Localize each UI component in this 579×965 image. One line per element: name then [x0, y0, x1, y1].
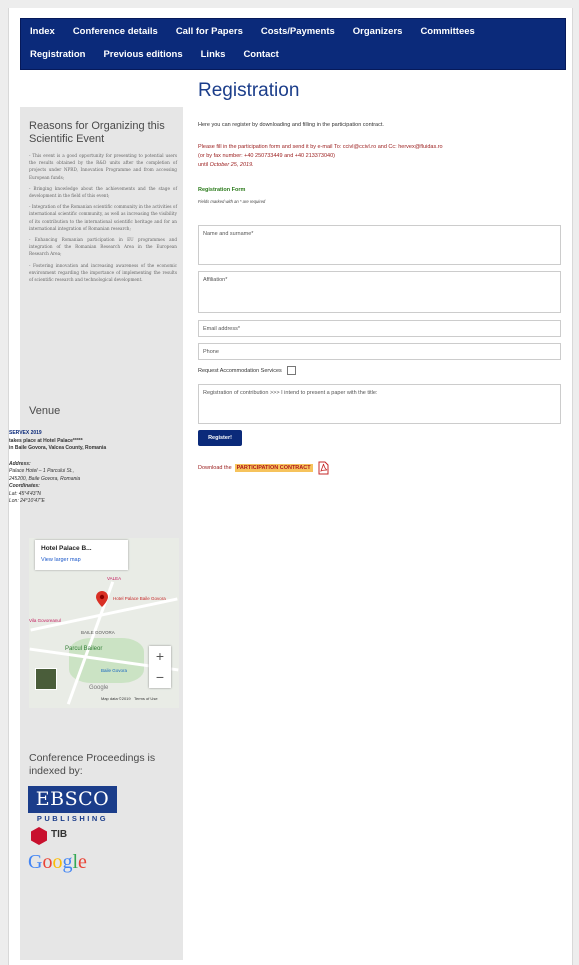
- map-label-parcul: Parcul Baileor: [65, 646, 103, 652]
- view-larger-map-link[interactable]: View larger map: [41, 557, 81, 563]
- participation-contract-link[interactable]: PARTICIPATION CONTRACT: [234, 464, 313, 472]
- nav-contact[interactable]: Contact: [243, 49, 278, 60]
- venue-line-2: in Baile Govora, Valcea County, Romania: [9, 445, 107, 451]
- google-letter: G: [28, 851, 43, 873]
- reason-item: - Bringing knowledge about the achieveme…: [29, 185, 177, 199]
- satellite-toggle[interactable]: [35, 668, 57, 690]
- address-line-1: Palace Hotel – 1 Parcului St.,: [9, 468, 75, 474]
- nav-committees[interactable]: Committees: [420, 26, 474, 37]
- longitude: Lon: 24°10'47"E: [9, 498, 45, 504]
- venue-event: SERVEX 2019: [9, 430, 42, 436]
- ebsco-logo[interactable]: EBSCO: [28, 786, 117, 813]
- accommodation-label: Request Accommodation Services: [198, 367, 282, 374]
- map-pin-icon[interactable]: [96, 591, 108, 607]
- pdf-icon[interactable]: [316, 461, 330, 475]
- nav-costs-payments[interactable]: Costs/Payments: [261, 26, 335, 37]
- name-field[interactable]: Name and surname*: [198, 225, 561, 265]
- map-zoom-control: + −: [149, 646, 171, 688]
- reasons-list: - This event is a good opportunity for p…: [29, 152, 177, 287]
- google-letter: o: [52, 851, 63, 873]
- deadline-date: October 25, 2019.: [209, 162, 254, 168]
- instructions: Please fill in the participation form an…: [198, 143, 443, 170]
- map-data-text: Map data ©2019: [101, 696, 131, 701]
- affiliation-field[interactable]: Affiliation*: [198, 271, 561, 313]
- phone-field[interactable]: Phone: [198, 343, 561, 360]
- required-fields-note: Fields marked with an * are required: [198, 199, 266, 204]
- reason-item: - Enhancing Romanian participation in EU…: [29, 237, 177, 257]
- reason-item: - Integration of the Romanian scientific…: [29, 204, 177, 231]
- nav-organizers[interactable]: Organizers: [353, 26, 403, 37]
- intro-text: Here you can register by downloading and…: [198, 122, 384, 128]
- nav-index[interactable]: Index: [30, 26, 55, 37]
- map-label-baile-govora-area: BAILE GOVORA: [81, 630, 115, 635]
- download-text: Download the: [198, 465, 232, 471]
- latitude: Lat: 45°4'43"N: [9, 490, 41, 497]
- form-title: Registration Form: [198, 187, 246, 193]
- reason-item: - Fostering innovation and increasing aw…: [29, 262, 177, 283]
- google-map-logo: Google: [89, 685, 109, 691]
- map-label-valea: VALEA: [107, 576, 122, 581]
- map-footer: Map data ©2019 Terms of Use: [101, 696, 158, 701]
- google-scholar-logo[interactable]: Google: [28, 851, 87, 874]
- venue-line-1: takes place at Hotel Palace*****: [9, 437, 83, 444]
- map-terms-link[interactable]: Terms of Use: [134, 696, 158, 701]
- venue-heading: Venue: [29, 405, 61, 417]
- instructions-line-2: (or by fax number: +40 250733449 and +40…: [198, 153, 335, 159]
- venue-details: SERVEX 2019 takes place at Hotel Palace*…: [9, 430, 159, 506]
- map-label-vila: Vila Govoreanul: [29, 618, 61, 623]
- address-line-2: 245200, Baile Govora, Romania: [9, 475, 81, 482]
- zoom-out-button[interactable]: −: [149, 667, 171, 688]
- download-contract: Download the PARTICIPATION CONTRACT: [198, 461, 330, 475]
- nav-row-2: Registration Previous editions Links Con…: [21, 49, 288, 60]
- map-place-name: Hotel Palace B...: [41, 545, 92, 552]
- nav-call-for-papers[interactable]: Call for Papers: [176, 26, 243, 37]
- tib-hexagon-icon: [31, 827, 47, 845]
- proceedings-heading: Conference Proceedings is indexed by:: [29, 752, 156, 777]
- reasons-heading: Reasons for Organizing this Scientific E…: [29, 120, 165, 145]
- reason-item: - This event is a good opportunity for p…: [29, 153, 177, 180]
- ebsco-publishing-text: PUBLISHING: [36, 814, 109, 823]
- top-navigation: Index Conference details Call for Papers…: [20, 18, 566, 70]
- nav-registration[interactable]: Registration: [30, 49, 85, 60]
- map-place-card: Hotel Palace B... View larger map: [35, 540, 128, 570]
- contribution-field[interactable]: Registration of contribution >>> I inten…: [198, 384, 561, 424]
- zoom-in-button[interactable]: +: [149, 646, 171, 667]
- register-button[interactable]: Register!: [198, 430, 242, 446]
- email-field[interactable]: Email address*: [198, 320, 561, 337]
- map-label-govora: Baile Govora: [101, 668, 128, 673]
- accommodation-checkbox[interactable]: [286, 366, 296, 375]
- google-letter: g: [62, 851, 73, 873]
- nav-conference-details[interactable]: Conference details: [73, 26, 158, 37]
- google-letter: e: [78, 851, 87, 873]
- nav-previous-editions[interactable]: Previous editions: [103, 49, 182, 60]
- tib-logo[interactable]: TIB: [30, 826, 100, 846]
- google-letter: o: [42, 851, 53, 873]
- map-label-hotel: Hotel Palace Baile Govora: [113, 596, 166, 601]
- nav-links[interactable]: Links: [201, 49, 226, 60]
- instructions-until: until: [198, 162, 210, 168]
- instructions-line-1: Please fill in the participation form an…: [198, 144, 443, 150]
- nav-row-1: Index Conference details Call for Papers…: [21, 26, 484, 37]
- address-label: Address:: [9, 460, 31, 467]
- venue-map[interactable]: Hotel Palace B... View larger map VALEA …: [29, 538, 179, 708]
- coordinates-label: Coordinates:: [9, 483, 40, 489]
- accommodation-option: Request Accommodation Services: [198, 366, 296, 375]
- tib-text: TIB: [51, 829, 68, 840]
- page-title: Registration: [198, 80, 300, 101]
